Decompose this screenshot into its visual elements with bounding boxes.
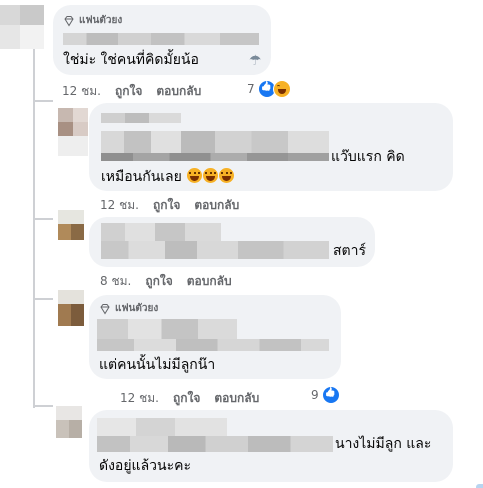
blurred-author-name	[101, 223, 221, 241]
laughing-emoji-icon	[219, 168, 235, 183]
comment-bubble[interactable]: แฟนตัวยง แต่คนนั้นไม่มีลูกน๊า	[89, 295, 341, 379]
thread-line-branch	[33, 100, 53, 102]
comment-text-span: เหมือนกันเลย	[101, 169, 182, 185]
fan-badge-label: แฟนตัวยง	[79, 15, 123, 26]
avatar[interactable]	[58, 108, 88, 136]
reply-button[interactable]: ตอบกลับ	[156, 82, 201, 101]
blurred-avatar-edge	[58, 136, 88, 156]
avatar[interactable]	[58, 290, 84, 326]
thread-line-branch	[33, 218, 53, 220]
comment-text-line: ดังอยู่แล้วนะคะ	[99, 458, 191, 474]
comment-bubble[interactable]: แว๊บแรก คิด เหมือนกันเลย	[89, 103, 453, 191]
fan-badge-label: แฟนตัวยง	[115, 303, 159, 314]
reaction-count: 7	[247, 82, 255, 96]
avatar[interactable]	[0, 5, 46, 49]
blurred-author-name	[101, 113, 181, 123]
top-fan-badge: แฟนตัวยง	[99, 301, 158, 316]
reaction-summary[interactable]: 9	[311, 386, 340, 404]
comment-text-line: เหมือนกันเลย	[101, 167, 235, 187]
like-button[interactable]: ถูกใจ	[173, 389, 200, 408]
like-button[interactable]: ถูกใจ	[145, 272, 172, 291]
like-button[interactable]: ถูกใจ	[115, 82, 142, 101]
blurred-mention	[101, 131, 329, 153]
comment-bubble[interactable]: แฟนตัวยง ใช่ม่ะ ใช่คนที่คิดมั้ยน้อ ☂	[53, 5, 271, 75]
blurred-mention	[97, 339, 329, 351]
reply-button[interactable]: ตอบกลับ	[214, 389, 259, 408]
blurred-author-name	[63, 33, 259, 45]
comment-actions: 8 ชม. ถูกใจ ตอบกลับ	[100, 272, 232, 291]
comment-time[interactable]: 12 ชม.	[100, 196, 139, 215]
comment-bubble[interactable]: นางไม่มีลูก และ ดังอยู่แล้วนะคะ	[89, 410, 453, 482]
reply-button[interactable]: ตอบกลับ	[187, 272, 232, 291]
haha-reaction-icon	[272, 80, 291, 98]
comment-text-line: แต่คนนั้นไม่มีลูกน๊า	[99, 357, 216, 373]
comment-text-line: สตาร์	[333, 243, 367, 259]
blurred-author-name	[97, 418, 227, 436]
cloud-rain-icon: ☂	[249, 53, 262, 69]
avatar[interactable]	[58, 210, 84, 240]
laughing-emoji-icon	[187, 168, 203, 183]
blurred-author-name	[97, 319, 237, 339]
comment-time[interactable]: 12 ชม.	[120, 389, 159, 408]
comment-text-line: แว๊บแรก คิด	[331, 149, 405, 165]
like-reaction-icon	[321, 386, 340, 404]
diamond-icon	[64, 15, 74, 26]
top-fan-badge: แฟนตัวยง	[63, 13, 122, 28]
reaction-summary[interactable]: 7	[247, 80, 291, 98]
like-button[interactable]: ถูกใจ	[153, 196, 180, 215]
comment-time[interactable]: 12 ชม.	[62, 82, 101, 101]
laughing-emoji-icon	[203, 168, 219, 183]
comment-actions: 12 ชม. ถูกใจ ตอบกลับ	[100, 196, 239, 215]
diamond-icon	[100, 303, 110, 314]
comment-actions: 12 ชม. ถูกใจ ตอบกลับ	[120, 389, 259, 408]
comment-text-line: ใช่ม่ะ ใช่คนที่คิดมั้ยน้อ	[63, 52, 199, 68]
thread-line-branch	[33, 405, 53, 407]
reaction-edge	[476, 484, 483, 488]
reaction-count: 9	[311, 388, 319, 402]
blurred-mention	[97, 436, 333, 452]
thread-line-vertical	[33, 48, 35, 408]
comment-bubble[interactable]: สตาร์	[89, 217, 375, 267]
blurred-mention	[101, 153, 329, 161]
avatar[interactable]	[56, 406, 82, 438]
comment-time[interactable]: 8 ชม.	[100, 272, 131, 291]
comment-actions: 12 ชม. ถูกใจ ตอบกลับ	[62, 82, 201, 101]
thread-line-branch	[33, 298, 53, 300]
reply-button[interactable]: ตอบกลับ	[194, 196, 239, 215]
comment-text-line: นางไม่มีลูก และ	[335, 436, 432, 452]
blurred-mention	[101, 241, 329, 259]
